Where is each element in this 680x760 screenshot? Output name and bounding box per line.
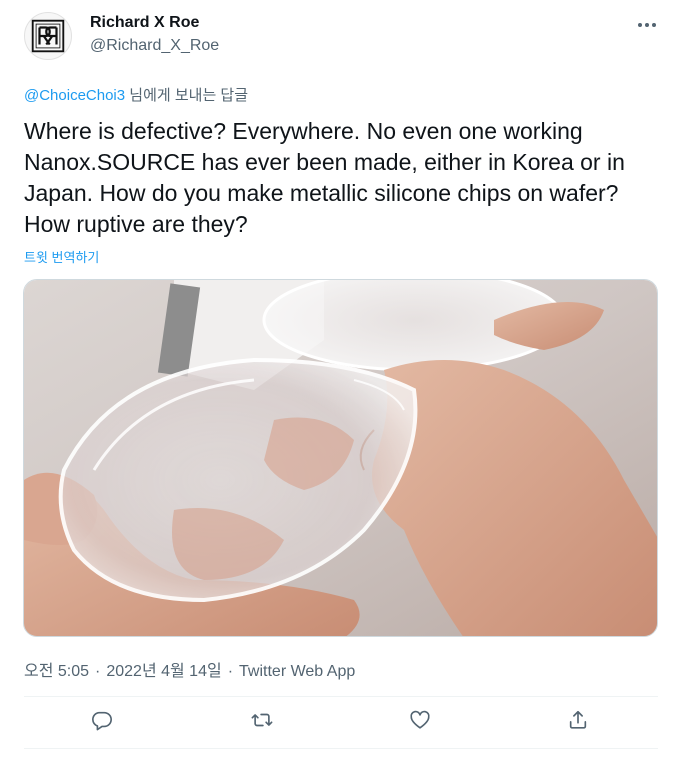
author-handle[interactable]: @Richard_X_Roe — [90, 37, 219, 55]
avatar[interactable] — [24, 12, 72, 60]
tweet-photo[interactable] — [23, 279, 658, 637]
like-button[interactable] — [400, 700, 440, 740]
photo-silicone-implants-in-hands — [24, 280, 657, 636]
reply-button[interactable] — [82, 700, 122, 740]
meta-separator: · — [227, 663, 234, 680]
rxr-monogram-icon — [31, 19, 65, 53]
retweet-icon — [251, 713, 273, 727]
more-options-icon[interactable] — [636, 14, 658, 36]
reply-context-suffix: 님에게 보내는 답글 — [125, 87, 249, 104]
tweet-time[interactable]: 오전 5:05 — [24, 663, 89, 680]
share-button[interactable] — [558, 700, 598, 740]
tweet-meta: 오전 5:05 · 2022년 4월 14일 · Twitter Web App — [24, 657, 355, 681]
tweet-date[interactable]: 2022년 4월 14일 — [106, 663, 221, 680]
reply-mention-link[interactable]: @ChoiceChoi3 — [24, 87, 125, 104]
author-name[interactable]: Richard X Roe — [90, 14, 199, 32]
retweet-button[interactable] — [242, 700, 282, 740]
like-icon — [410, 710, 430, 729]
divider — [24, 696, 658, 697]
divider — [24, 748, 658, 749]
tweet: Richard X Roe @Richard_X_Roe @ChoiceChoi… — [0, 0, 680, 760]
share-icon — [569, 710, 587, 729]
translate-tweet-link[interactable]: 트윗 번역하기 — [24, 247, 99, 266]
reply-icon — [92, 711, 112, 731]
reply-context: @ChoiceChoi3 님에게 보내는 답글 — [24, 84, 248, 105]
tweet-text: Where is defective? Everywhere. No even … — [24, 118, 625, 237]
meta-separator: · — [95, 663, 101, 680]
tweet-source[interactable]: Twitter Web App — [239, 663, 355, 680]
